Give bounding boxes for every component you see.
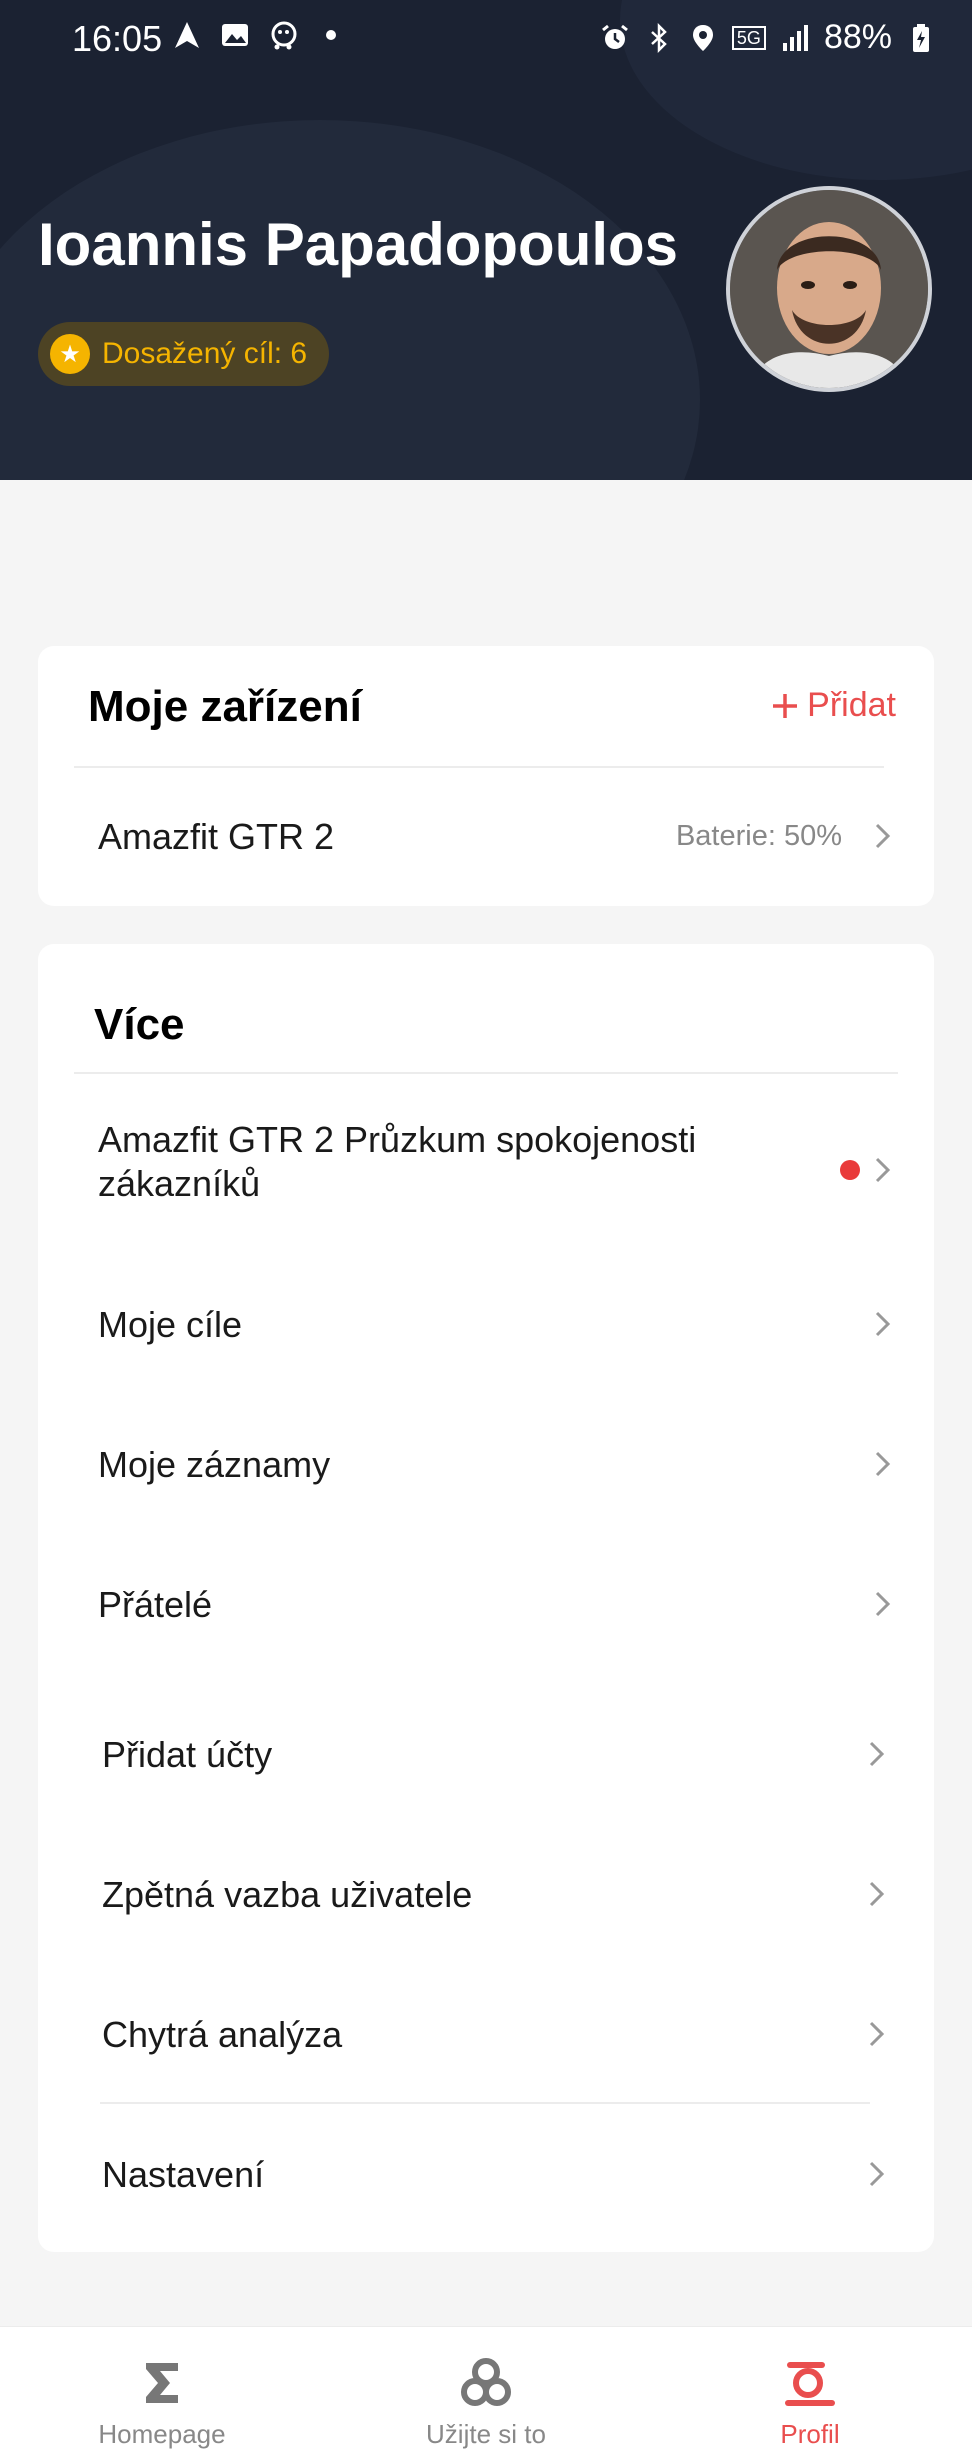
chevron-right-icon (875, 1157, 891, 1183)
menu-item-label: Zpětná vazba uživatele (102, 1874, 473, 1915)
nav-enjoy[interactable]: Užijte si to (386, 2327, 586, 2459)
nav-label: Užijte si to (426, 2419, 546, 2449)
device-name: Amazfit GTR 2 (98, 816, 335, 857)
menu-item-add-accounts[interactable]: Přidat účty (38, 1642, 934, 1782)
notification-dot (840, 1160, 860, 1180)
image-icon (222, 24, 248, 46)
nav-homepage[interactable]: Homepage (62, 2327, 262, 2459)
navigation-icon (175, 22, 199, 48)
header-decoration (0, 120, 700, 480)
battery-charging-icon (913, 23, 929, 52)
nav-label: Homepage (98, 2419, 226, 2449)
menu-item-settings[interactable]: Nastavení (38, 2104, 934, 2244)
network-type: 5G (731, 25, 766, 50)
battery-percent: 88% (823, 18, 892, 56)
goal-badge-text: Dosažený cíl: 6 (102, 337, 308, 370)
menu-item-label: Amazfit GTR 2 Průzkum spokojenosti zákaz… (98, 1119, 697, 1204)
profile-header: 16:05 5G 88% Ioannis Papadopoulos ★ Dosa… (0, 0, 972, 480)
user-name: Ioannis Papadopoulos (38, 211, 679, 278)
menu-item-feedback[interactable]: Zpětná vazba uživatele (38, 1782, 934, 1922)
menu-item-survey[interactable]: Amazfit GTR 2 Průzkum spokojenosti zákaz… (38, 1074, 934, 1222)
menu-item-goals[interactable]: Moje cíle (38, 1222, 934, 1362)
menu-item-records[interactable]: Moje záznamy (38, 1362, 934, 1502)
avatar[interactable] (726, 186, 932, 392)
alarm-icon (601, 24, 628, 49)
chevron-right-icon (875, 1311, 891, 1337)
device-battery: Baterie: 50% (675, 820, 842, 852)
menu-item-label: Moje záznamy (98, 1444, 331, 1485)
signal-icon (782, 24, 808, 51)
menu-item-label: Nastavení (102, 2154, 265, 2195)
menu-item-label: Chytrá analýza (102, 2014, 343, 2055)
chevron-right-icon (869, 2161, 885, 2187)
chevron-right-icon (869, 1881, 885, 1907)
add-device-label: Přidat (807, 686, 896, 724)
nav-profile[interactable]: Profil (710, 2327, 910, 2459)
knot-icon (461, 2358, 511, 2406)
menu-item-smart-analysis[interactable]: Chytrá analýza (38, 1922, 934, 2062)
devices-title: Moje zařízení (88, 682, 362, 731)
chevron-right-icon (869, 2021, 885, 2047)
more-card: Více Amazfit GTR 2 Průzkum spokojenosti … (38, 944, 934, 2252)
dot-icon (326, 30, 336, 40)
menu-item-friends[interactable]: Přátelé (38, 1502, 934, 1642)
bottom-nav: Homepage Užijte si to Profil (0, 2326, 972, 2459)
device-row[interactable]: Amazfit GTR 2 Baterie: 50% (38, 768, 934, 906)
profile-icon (785, 2362, 835, 2406)
bluetooth-icon (651, 22, 667, 53)
devices-card: Moje zařízení Přidat Amazfit GTR 2 Bater… (38, 646, 934, 906)
status-bar: 16:05 5G 88% (0, 0, 972, 80)
menu-item-label: Přidat účty (102, 1734, 273, 1775)
star-icon: ★ (50, 334, 90, 374)
more-title: Více (94, 1000, 185, 1049)
goal-badge[interactable]: ★ Dosažený cíl: 6 (38, 322, 330, 386)
menu-item-label: Přátelé (98, 1584, 213, 1625)
chevron-right-icon (869, 1741, 885, 1767)
plus-icon (773, 693, 798, 718)
menu-item-label: Moje cíle (98, 1304, 243, 1345)
location-icon (692, 24, 713, 51)
chevron-right-icon (875, 823, 891, 849)
status-time: 16:05 (72, 18, 163, 59)
waze-icon (271, 21, 297, 50)
sigma-icon (146, 2363, 178, 2403)
avatar-photo (730, 190, 928, 388)
add-device-button[interactable]: Přidat (771, 686, 896, 725)
chevron-right-icon (875, 1451, 891, 1477)
nav-label: Profil (780, 2419, 840, 2449)
chevron-right-icon (875, 1591, 891, 1617)
